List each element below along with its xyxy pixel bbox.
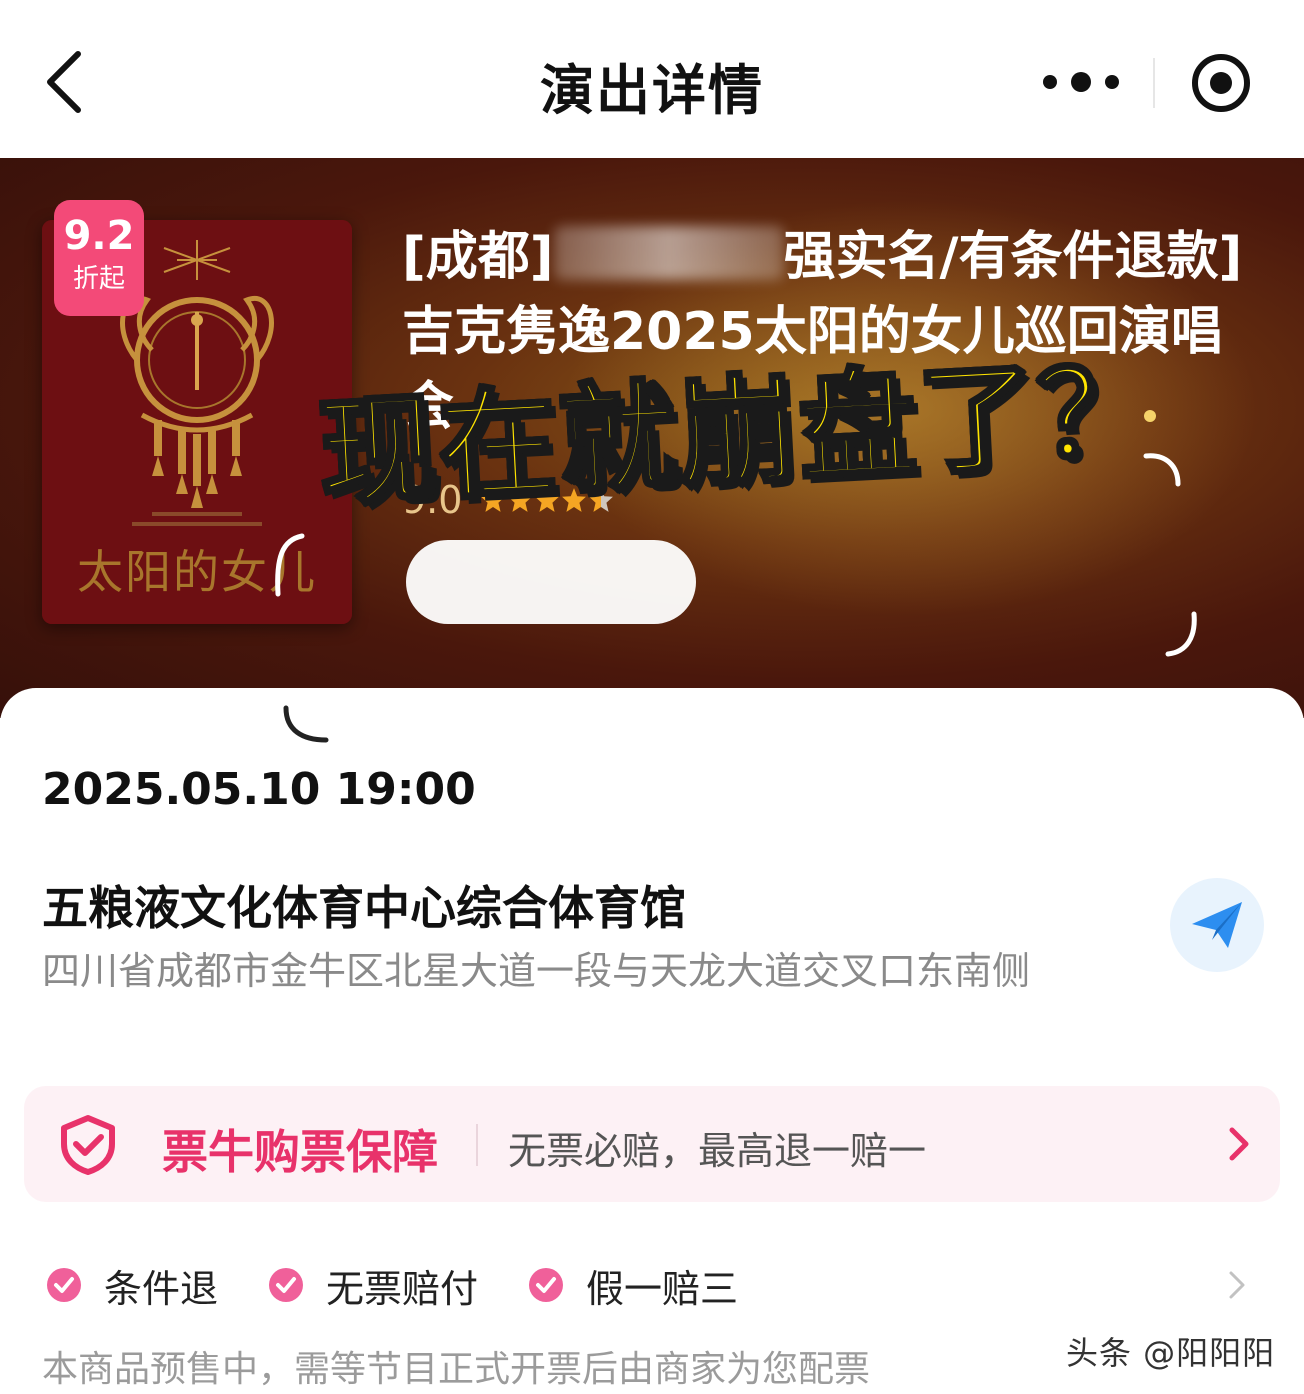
check-circle-icon	[47, 1268, 81, 1302]
service-features[interactable]: 条件退 无票赔付 假一赔三	[46, 1260, 1266, 1311]
guarantee-description: 无票必赔，最高退一赔一	[508, 1129, 927, 1173]
more-button[interactable]	[1036, 50, 1126, 114]
more-dots-icon	[1043, 72, 1119, 92]
shield-check-icon	[61, 1115, 115, 1175]
mini-program-capsule	[1006, 28, 1282, 136]
bracket-decoration-icon	[283, 705, 329, 743]
navigate-button[interactable]	[1170, 878, 1264, 972]
watermark: 头条 @阳阳阳	[1066, 1334, 1276, 1372]
venue-name[interactable]: 五粮液文化体育中心综合体育馆	[42, 872, 686, 938]
guarantee-divider	[476, 1124, 478, 1166]
check-circle-icon	[269, 1268, 303, 1302]
feature-label: 假一赔三	[586, 1266, 739, 1311]
feature-no-ticket-compensation: 无票赔付	[268, 1260, 479, 1311]
bracket-decoration-icon	[1165, 611, 1197, 657]
venue-address: 四川省成都市金牛区北星大道一段与天龙大道交叉口东南侧	[42, 949, 1031, 993]
show-info-sheet: 2025.05.10 19:00 五粮液文化体育中心综合体育馆 四川省成都市金牛…	[0, 688, 1304, 1394]
chevron-right-icon	[1229, 1271, 1245, 1299]
target-circle-icon	[1192, 54, 1250, 112]
show-datetime: 2025.05.10 19:00	[42, 764, 476, 815]
chevron-right-icon	[1229, 1127, 1249, 1161]
check-circle-icon	[529, 1268, 563, 1302]
send-arrow-icon	[1192, 902, 1242, 948]
hero-action-button[interactable]	[406, 540, 696, 624]
discount-value: 9.2	[63, 213, 135, 259]
close-miniprogram-button[interactable]	[1188, 50, 1254, 116]
feature-label: 条件退	[104, 1266, 219, 1311]
navigation-bar: 演出详情	[0, 0, 1304, 158]
discount-label: 折起	[72, 264, 125, 294]
ticket-guarantee-banner[interactable]: 票牛购票保障 无票必赔，最高退一赔一	[24, 1086, 1280, 1202]
redacted-text	[553, 226, 784, 280]
feature-label: 无票赔付	[326, 1266, 479, 1311]
feature-fake-triple-compensation: 假一赔三	[528, 1260, 739, 1311]
capsule-divider	[1153, 58, 1155, 108]
bracket-decoration-icon	[275, 533, 305, 597]
show-title-prefix: [成都]	[402, 227, 554, 287]
discount-badge: 9.2 折起	[54, 200, 144, 316]
presale-note: 本商品预售中，需等节目正式开票后由商家为您配票	[42, 1349, 871, 1390]
guarantee-title: 票牛购票保障	[162, 1125, 438, 1179]
feature-conditional-refund: 条件退	[46, 1260, 219, 1311]
